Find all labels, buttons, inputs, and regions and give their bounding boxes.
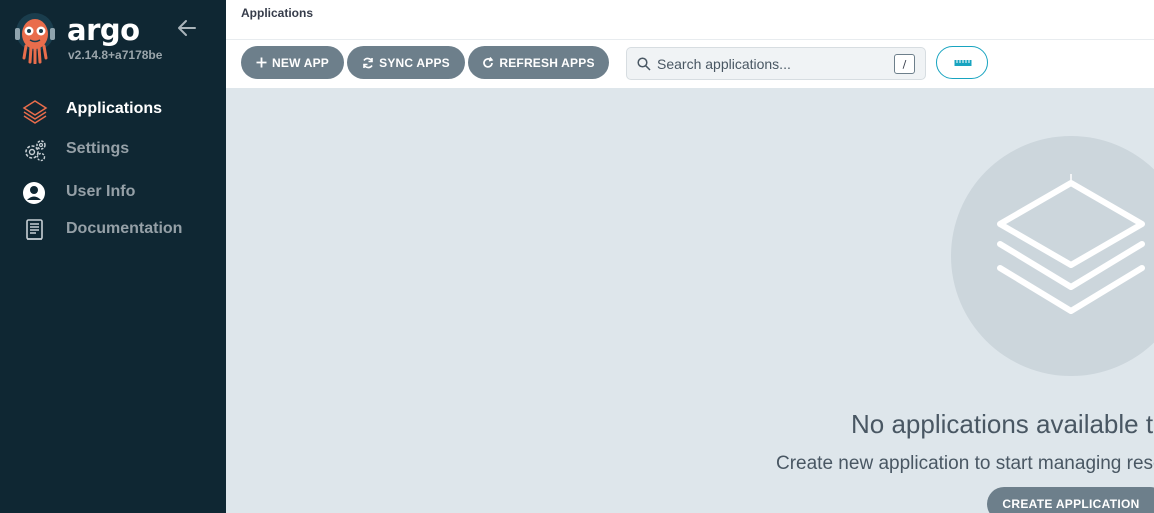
user-circle-icon — [22, 181, 46, 205]
collapse-sidebar-icon[interactable] — [176, 17, 198, 39]
sync-apps-label: SYNC APPS — [379, 55, 450, 70]
main-content: No applications available to manage Crea… — [226, 89, 1154, 513]
sidebar-item-label: Applications — [66, 100, 163, 117]
sync-icon — [363, 57, 373, 68]
gears-icon — [22, 138, 46, 162]
book-icon — [22, 218, 46, 242]
refresh-icon — [483, 56, 494, 68]
argo-logo-icon[interactable] — [14, 12, 56, 65]
search-icon — [637, 57, 651, 71]
view-toggle-button[interactable] — [936, 46, 988, 79]
layers-icon — [997, 174, 1145, 314]
version-label: v2.14.8+a7178be — [68, 48, 163, 62]
ruler-icon — [954, 60, 972, 66]
sidebar-item-label: Documentation — [66, 220, 183, 237]
new-app-button[interactable]: NEW APP — [241, 46, 344, 79]
refresh-apps-button[interactable]: REFRESH APPS — [468, 46, 609, 79]
sidebar-item-documentation[interactable]: Documentation — [0, 212, 226, 248]
brand-name: argo — [67, 13, 140, 47]
layers-icon — [22, 98, 48, 124]
search-box: / — [626, 47, 926, 80]
empty-state-subtitle: Create new application to start managing… — [776, 453, 1154, 474]
sidebar-item-settings[interactable]: Settings — [0, 132, 226, 168]
sidebar-item-applications[interactable]: Applications — [0, 92, 226, 128]
new-app-label: NEW APP — [272, 55, 329, 70]
sidebar-item-label: Settings — [66, 140, 130, 157]
toolbar: NEW APP SYNC APPS REFRESH APPS / — [226, 40, 1154, 89]
refresh-apps-label: REFRESH APPS — [499, 55, 595, 70]
sync-apps-button[interactable]: SYNC APPS — [347, 46, 465, 79]
empty-state-title: No applications available to manage — [851, 409, 1154, 439]
create-application-button[interactable]: CREATE APPLICATION — [987, 487, 1154, 513]
search-input[interactable] — [657, 48, 887, 79]
top-header: Applications — [226, 0, 1154, 40]
search-shortcut-key: / — [894, 54, 915, 74]
page-title: Applications — [241, 6, 314, 20]
plus-icon — [256, 57, 267, 68]
sidebar: argo v2.14.8+a7178be Applications Settin… — [0, 0, 226, 513]
sidebar-item-label: User Info — [66, 183, 136, 200]
sidebar-item-user-info[interactable]: User Info — [0, 175, 226, 211]
